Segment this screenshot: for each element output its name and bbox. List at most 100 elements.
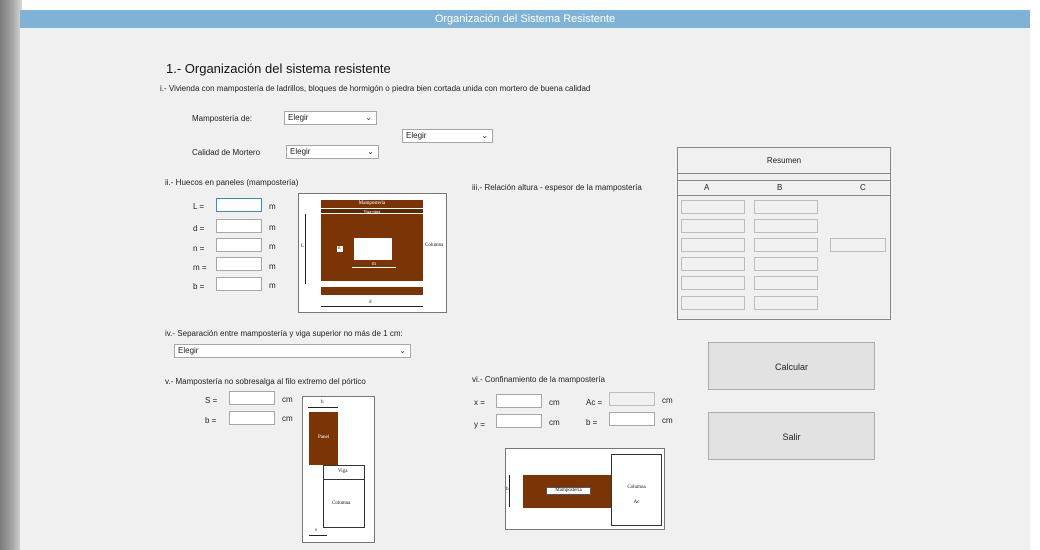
ac-label: Ac = <box>586 398 603 407</box>
mamposteria-select-value: Elegir <box>288 113 309 122</box>
fig-top-label: Mampostería <box>358 201 386 206</box>
x-input[interactable] <box>496 394 542 408</box>
vi-b-input[interactable] <box>609 412 655 426</box>
s-label: S = <box>205 396 218 405</box>
resumen-col-a: A <box>704 183 710 192</box>
resumen-b6 <box>754 296 818 310</box>
fig-vi-columna <box>611 454 662 526</box>
fig-l-dim <box>305 214 306 284</box>
v-b-label: b = <box>205 416 217 425</box>
fig-col-label: Columna <box>425 243 444 248</box>
section-vi-title: vi.- Confinamiento de la mampostería <box>472 375 605 384</box>
fig-v-b-dim <box>308 407 338 408</box>
calcular-button[interactable]: Calcular <box>708 342 875 390</box>
y-unit: cm <box>549 418 560 427</box>
v-b-unit: cm <box>282 414 293 423</box>
resumen-a6 <box>681 296 745 310</box>
field-b-unit: m <box>269 281 276 290</box>
fig-m-dim <box>352 267 396 268</box>
fig-l-label: L <box>301 244 305 249</box>
fig-v-s-label: s <box>315 528 317 533</box>
field-b-input[interactable] <box>216 277 262 291</box>
resumen-divider-3 <box>678 195 890 196</box>
resumen-b4 <box>754 257 818 271</box>
field-n-label: n = <box>193 244 205 253</box>
y-label: y = <box>474 420 485 429</box>
salir-button[interactable]: Salir <box>708 412 875 460</box>
resumen-b5 <box>754 276 818 290</box>
section-i-text: i.- Vivienda con mampostería de ladrillo… <box>160 84 591 93</box>
fig-vi-b-label: b <box>506 487 509 492</box>
fig-d-dim <box>321 306 423 307</box>
resumen-c3 <box>830 238 886 252</box>
chevron-down-icon: ⌄ <box>365 113 372 122</box>
resumen-b2 <box>754 219 818 233</box>
field-b-label: b = <box>193 282 205 291</box>
field-l-label: L = <box>193 202 205 211</box>
section-iii-title: iii.- Relación altura - espesor de la ma… <box>472 183 642 192</box>
s-unit: cm <box>282 395 293 404</box>
window-shadow <box>0 0 22 550</box>
field-m-label: m = <box>193 263 207 272</box>
fig-bottom-beam <box>321 287 423 295</box>
resumen-panel: Resumen A B C <box>677 147 891 320</box>
field-d-label: d = <box>193 224 205 233</box>
mamposteria-select[interactable]: Elegir ⌄ <box>284 111 377 125</box>
mamposteria-label: Mampostería de: <box>192 114 253 123</box>
resumen-a5 <box>681 276 745 290</box>
resumen-title: Resumen <box>766 156 802 165</box>
panel-openings-figure: Mampostería Viga-cinta n m Columna L d <box>298 193 447 313</box>
resumen-a4 <box>681 257 745 271</box>
field-m-input[interactable] <box>216 257 262 271</box>
v-b-input[interactable] <box>229 411 275 425</box>
separacion-select[interactable]: Elegir ⌄ <box>174 344 411 358</box>
window-title: Organización del Sistema Resistente <box>20 10 1030 28</box>
field-n-input[interactable] <box>216 238 262 252</box>
x-label: x = <box>474 398 485 407</box>
fig-opening <box>354 238 392 260</box>
resumen-a1 <box>681 200 745 214</box>
vi-b-unit: cm <box>662 416 673 425</box>
mortero-label: Calidad de Mortero <box>192 148 261 157</box>
separacion-select-value: Elegir <box>178 346 199 355</box>
resumen-b1 <box>754 200 818 214</box>
resumen-col-c: C <box>860 183 866 192</box>
section-ii-title: ii.- Huecos en paneles (mampostería) <box>165 178 299 187</box>
resumen-col-b: B <box>777 183 783 192</box>
fig-v-panel-label: Panel <box>317 435 330 440</box>
resumen-a2 <box>681 219 745 233</box>
mortero-select-value: Elegir <box>290 147 311 156</box>
field-m-unit: m <box>269 262 276 271</box>
extra-select-value: Elegir <box>406 131 427 140</box>
fig-d-label: d <box>369 300 372 305</box>
portico-figure: b Panel Viga Columna s <box>302 396 375 543</box>
fig-v-s-dim <box>309 535 327 536</box>
fig-v-viga-label: Viga <box>338 469 348 474</box>
field-l-input[interactable] <box>216 198 262 212</box>
chevron-down-icon: ⌄ <box>481 131 488 140</box>
chevron-down-icon: ⌄ <box>367 147 374 156</box>
vi-b-label: b = <box>586 418 598 427</box>
field-n-unit: m <box>269 242 276 251</box>
resumen-a3 <box>681 238 745 252</box>
resumen-divider-2 <box>678 180 890 181</box>
section-iv-title: iv.- Separación entre mampostería y viga… <box>165 329 403 338</box>
fig-vi-b-dim <box>509 475 510 507</box>
fig-v-b-label: b <box>321 400 324 405</box>
fig-vi-col2: Ac <box>633 500 640 505</box>
field-l-unit: m <box>269 202 276 211</box>
mortero-select[interactable]: Elegir ⌄ <box>286 145 379 159</box>
confinamiento-figure: b Mampostería Columna Ac <box>505 448 665 530</box>
ac-output <box>609 392 655 406</box>
section-title: 1.- Organización del sistema resistente <box>166 61 391 76</box>
resumen-b3 <box>754 238 818 252</box>
chevron-down-icon: ⌄ <box>399 346 406 355</box>
y-input[interactable] <box>496 414 542 428</box>
extra-select[interactable]: Elegir ⌄ <box>402 129 493 143</box>
ac-unit: cm <box>662 396 673 405</box>
field-d-input[interactable] <box>216 219 262 233</box>
fig-vi-mamp-label: Mampostería <box>555 488 582 493</box>
s-input[interactable] <box>229 391 275 405</box>
fig-m-label: m <box>372 262 376 267</box>
resumen-divider <box>678 173 890 174</box>
